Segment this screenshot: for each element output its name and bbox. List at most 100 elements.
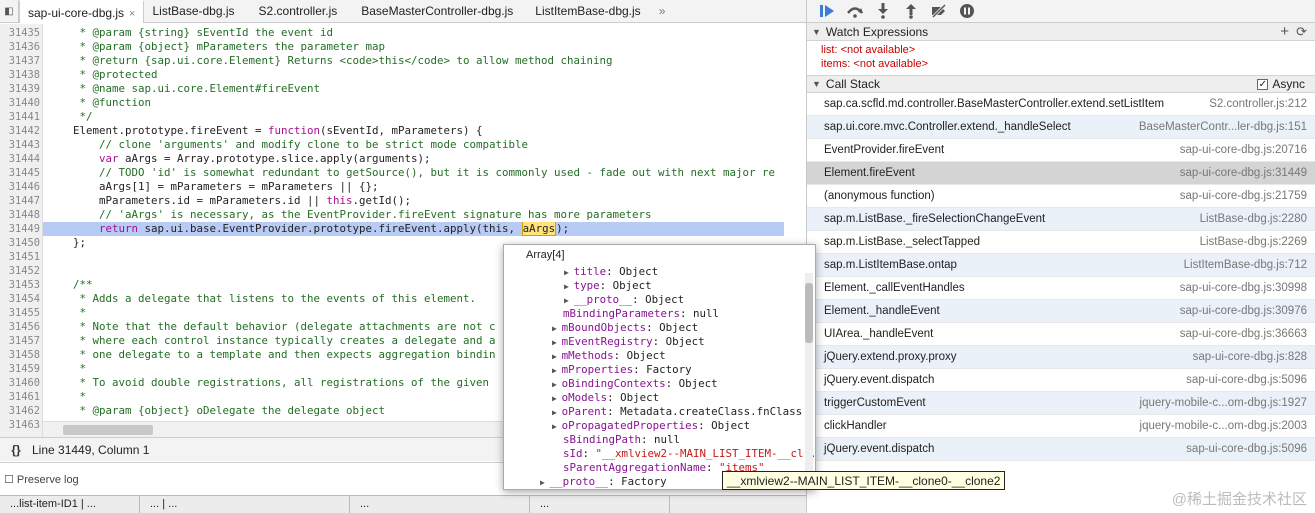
tab-listbase-dbg[interactable]: ListBase-dbg.js	[144, 0, 242, 23]
call-stack-frame[interactable]: clickHandler jquery-mobile-c...om-dbg.js:…	[807, 415, 1315, 438]
line-number[interactable]: 31450	[0, 236, 40, 250]
deactivate-breakpoints-icon[interactable]	[925, 1, 953, 21]
scrollbar-thumb[interactable]	[805, 283, 813, 343]
expand-arrow-icon[interactable]: ▶	[552, 338, 562, 347]
line-number[interactable]: 31460	[0, 376, 40, 390]
pause-on-exceptions-icon[interactable]	[953, 1, 981, 21]
line-number[interactable]: 31463	[0, 418, 40, 432]
popover-scrollbar[interactable]	[805, 273, 813, 473]
property-row[interactable]: ▶ oPropagatedProperties: Object	[552, 419, 750, 433]
property-row[interactable]: mBindingParameters: null	[563, 307, 719, 321]
pretty-print-button[interactable]: {}	[0, 443, 32, 457]
property-row[interactable]: ▶ __proto__: Object	[564, 293, 684, 307]
frame-location[interactable]: jquery-mobile-c...om-dbg.js:1927	[1140, 397, 1307, 409]
expand-arrow-icon[interactable]: ▶	[552, 380, 562, 389]
expand-arrow-icon[interactable]: ▶	[564, 268, 574, 277]
property-row[interactable]: ▶ __proto__: Factory	[540, 475, 667, 489]
async-checkbox[interactable]: ✓	[1257, 78, 1269, 90]
watch-item[interactable]: items: <not available>	[807, 57, 1315, 71]
line-number[interactable]: 31445	[0, 166, 40, 180]
watch-expressions-header[interactable]: ▼ Watch Expressions + ⟳	[807, 23, 1315, 41]
frame-location[interactable]: ListBase-dbg.js:2269	[1200, 236, 1307, 248]
line-number[interactable]: 31435	[0, 26, 40, 40]
call-stack-frame[interactable]: EventProvider.fireEvent sap-ui-core-dbg.j…	[807, 139, 1315, 162]
line-number[interactable]: 31457	[0, 334, 40, 348]
taskbar-item[interactable]: ... | ...	[140, 496, 350, 513]
expand-arrow-icon[interactable]: ▶	[552, 422, 562, 431]
tab-basemastercontroller-dbg[interactable]: BaseMasterController-dbg.js	[345, 0, 521, 23]
call-stack-frame[interactable]: Element.fireEvent sap-ui-core-dbg.js:3144…	[807, 162, 1315, 185]
call-stack-frame[interactable]: Element._handleEvent sap-ui-core-dbg.js:3…	[807, 300, 1315, 323]
call-stack-frame[interactable]: sap.m.ListBase._selectTapped ListBase-dbg…	[807, 231, 1315, 254]
tab-sap-ui-core-dbg[interactable]: sap-ui-core-dbg.js ×	[19, 0, 145, 23]
frame-location[interactable]: sap-ui-core-dbg.js:21759	[1180, 190, 1307, 202]
expand-arrow-icon[interactable]: ▶	[564, 282, 574, 291]
property-row[interactable]: ▶ oParent: Metadata.createClass.fnClass	[552, 405, 802, 419]
property-row[interactable]: sBindingPath: null	[563, 433, 680, 447]
expand-arrow-icon[interactable]: ▶	[552, 352, 562, 361]
frame-location[interactable]: ListItemBase-dbg.js:712	[1184, 259, 1307, 271]
frame-location[interactable]: S2.controller.js:212	[1209, 98, 1307, 110]
frame-location[interactable]: sap-ui-core-dbg.js:30976	[1180, 305, 1307, 317]
line-number[interactable]: 31442	[0, 124, 40, 138]
call-stack-frame[interactable]: UIArea._handleEvent sap-ui-core-dbg.js:36…	[807, 323, 1315, 346]
resume-icon[interactable]	[813, 1, 841, 21]
frame-location[interactable]: BaseMasterContr...ler-dbg.js:151	[1139, 121, 1307, 133]
call-stack-frame[interactable]: jQuery.extend.proxy.proxy sap-ui-core-dbg…	[807, 346, 1315, 369]
property-row[interactable]: ▶ mMethods: Object	[552, 349, 666, 363]
call-stack-frame[interactable]: jQuery.event.dispatch sap-ui-core-dbg.js:…	[807, 438, 1315, 461]
line-number[interactable]: 31453	[0, 278, 40, 292]
call-stack-frame[interactable]: sap.ca.scfld.md.controller.BaseMasterCon…	[807, 93, 1315, 116]
line-number[interactable]: 31459	[0, 362, 40, 376]
property-row[interactable]: ▶ title: Object	[564, 265, 658, 279]
line-number[interactable]: 31443	[0, 138, 40, 152]
preserve-log-checkbox[interactable]: ☐ Preserve log	[4, 473, 79, 486]
line-number[interactable]: 31449	[0, 222, 40, 236]
expand-arrow-icon[interactable]: ▶	[552, 324, 562, 333]
watch-item[interactable]: list: <not available>	[807, 43, 1315, 57]
close-icon[interactable]: ×	[129, 8, 135, 20]
step-out-icon[interactable]	[897, 1, 925, 21]
property-row[interactable]: ▶ oModels: Object	[552, 391, 659, 405]
property-row[interactable]: ▶ mProperties: Factory	[552, 363, 692, 377]
taskbar-item[interactable]: ...	[350, 496, 530, 513]
async-toggle[interactable]: ✓ Async	[1257, 77, 1305, 91]
line-number[interactable]: 31451	[0, 250, 40, 264]
more-tabs-button[interactable]: »	[649, 0, 674, 23]
line-number[interactable]: 31462	[0, 404, 40, 418]
property-row[interactable]: sId: "__xmlview2--MAIN_LIST_ITEM-__cl...	[563, 447, 815, 461]
expand-arrow-icon[interactable]: ▶	[552, 394, 562, 403]
line-number[interactable]: 31458	[0, 348, 40, 362]
frame-location[interactable]: sap-ui-core-dbg.js:5096	[1186, 374, 1307, 386]
step-into-icon[interactable]	[869, 1, 897, 21]
property-row[interactable]: ▶ oBindingContexts: Object	[552, 377, 718, 391]
taskbar-item[interactable]: ...list-item-ID1 | ...	[0, 496, 140, 513]
call-stack-header[interactable]: ▼ Call Stack ✓ Async	[807, 75, 1315, 93]
expand-arrow-icon[interactable]: ▶	[564, 296, 574, 305]
line-number[interactable]: 31444	[0, 152, 40, 166]
frame-location[interactable]: sap-ui-core-dbg.js:5096	[1186, 443, 1307, 455]
line-number[interactable]: 31452	[0, 264, 40, 278]
refresh-icon[interactable]: ⟳	[1296, 24, 1307, 40]
property-row[interactable]: ▶ type: Object	[564, 279, 652, 293]
line-number[interactable]: 31448	[0, 208, 40, 222]
property-row[interactable]: ▶ mEventRegistry: Object	[552, 335, 705, 349]
call-stack-frame[interactable]: triggerCustomEvent jquery-mobile-c...om-d…	[807, 392, 1315, 415]
scrollbar-thumb[interactable]	[63, 425, 153, 435]
line-number[interactable]: 31455	[0, 306, 40, 320]
frame-location[interactable]: ListBase-dbg.js:2280	[1200, 213, 1307, 225]
tab-listitembase-dbg[interactable]: ListItemBase-dbg.js	[521, 0, 648, 23]
line-number[interactable]: 31438	[0, 68, 40, 82]
line-number[interactable]: 31447	[0, 194, 40, 208]
frame-location[interactable]: sap-ui-core-dbg.js:20716	[1180, 144, 1307, 156]
call-stack-frame[interactable]: jQuery.event.dispatch sap-ui-core-dbg.js:…	[807, 369, 1315, 392]
expand-arrow-icon[interactable]: ▶	[540, 478, 550, 487]
expand-arrow-icon[interactable]: ▶	[552, 408, 562, 417]
call-stack-frame[interactable]: (anonymous function) sap-ui-core-dbg.js:2…	[807, 185, 1315, 208]
frame-location[interactable]: jquery-mobile-c...om-dbg.js:2003	[1140, 420, 1307, 432]
line-number[interactable]: 31439	[0, 82, 40, 96]
add-watch-button[interactable]: +	[1280, 23, 1289, 40]
tab-s2-controller[interactable]: S2.controller.js	[243, 0, 346, 23]
hovered-identifier[interactable]: aArgs	[521, 222, 557, 236]
frame-location[interactable]: sap-ui-core-dbg.js:828	[1193, 351, 1307, 363]
